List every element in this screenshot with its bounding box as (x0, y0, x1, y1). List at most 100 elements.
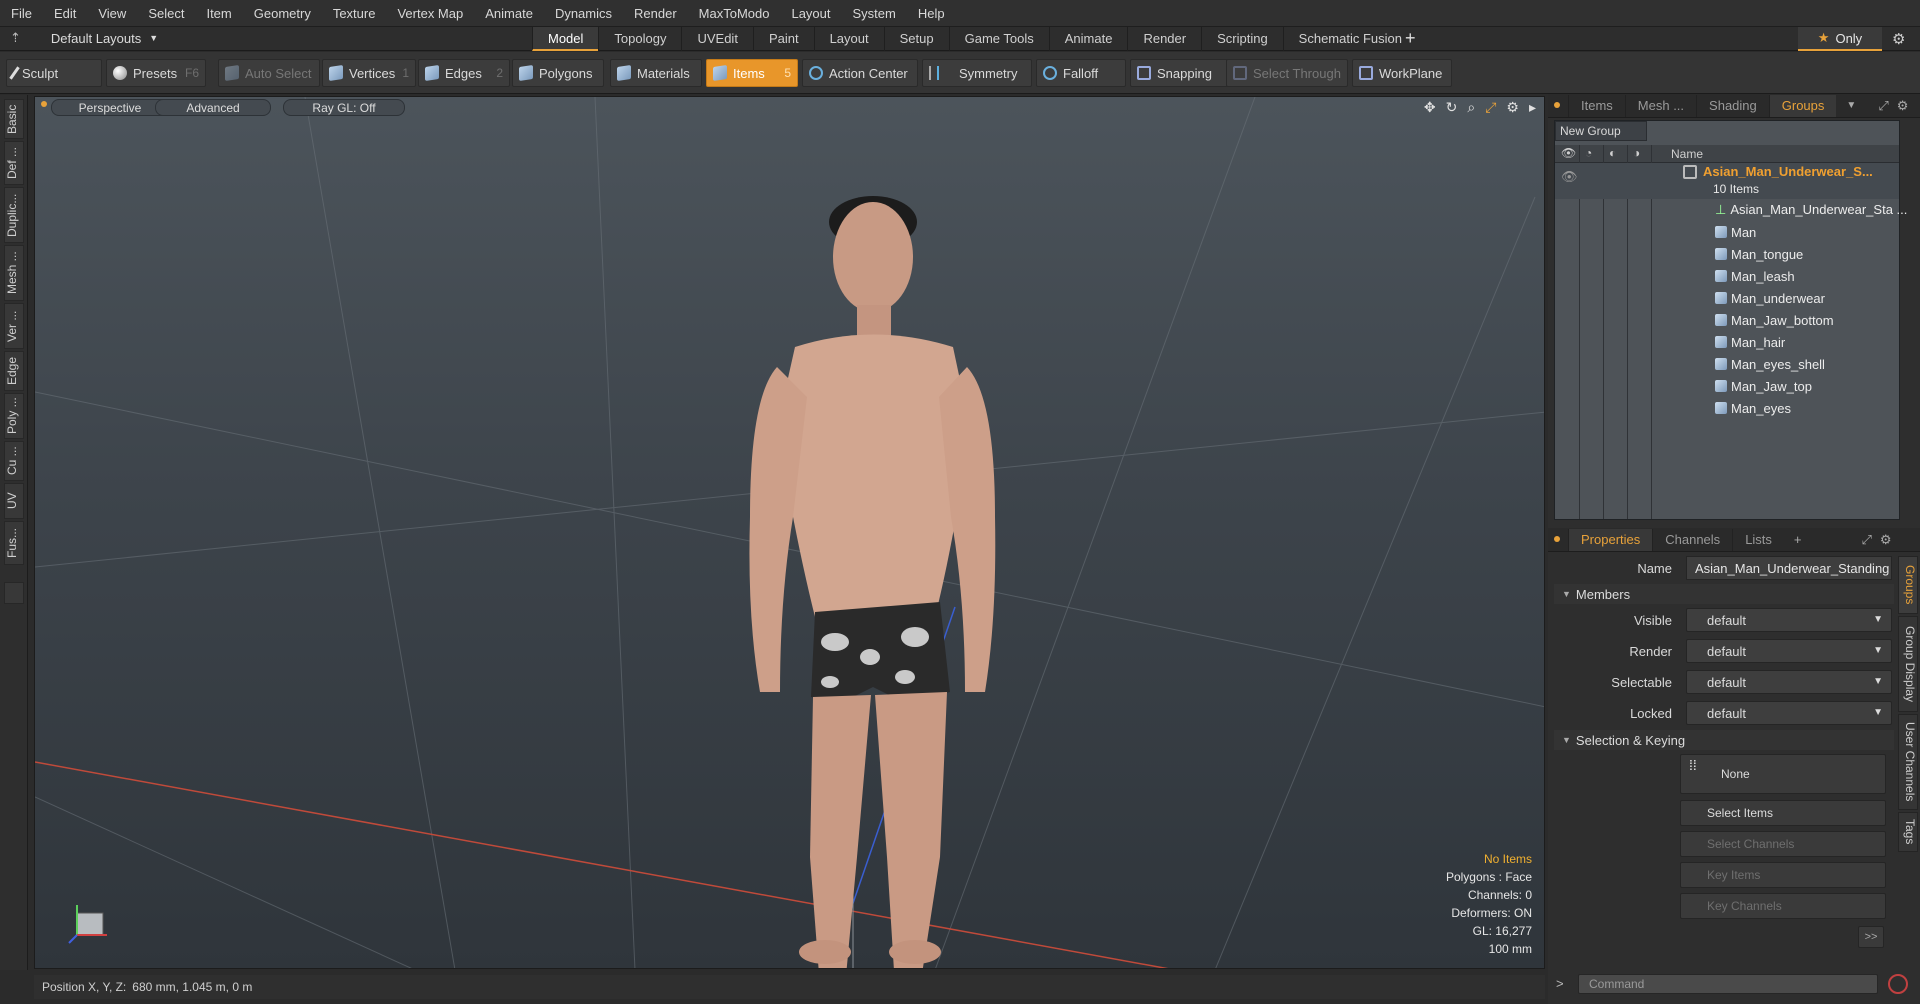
add-tab-icon[interactable]: + (1794, 529, 1802, 551)
tab-properties[interactable]: Properties (1568, 529, 1653, 551)
render-dropdown[interactable]: default ▼ (1686, 639, 1892, 663)
rotate-icon[interactable]: ↻ (1446, 99, 1458, 116)
locked-dropdown[interactable]: default ▼ (1686, 701, 1892, 725)
key-channels-button[interactable]: Key Channels (1680, 893, 1886, 919)
menu-system[interactable]: System (842, 6, 907, 21)
props-menu-dot-icon[interactable] (1554, 536, 1560, 542)
tab-model[interactable]: Model (532, 27, 599, 51)
left-tab-extra[interactable] (4, 582, 24, 604)
menu-help[interactable]: Help (907, 6, 956, 21)
left-tab-vertex[interactable]: Ver ... (4, 303, 24, 349)
menu-animate[interactable]: Animate (474, 6, 544, 21)
items-button[interactable]: Items 5 (706, 59, 798, 87)
tree-item[interactable]: Man_underwear (1555, 287, 1899, 309)
select-channels-button[interactable]: Select Channels (1680, 831, 1886, 857)
gear-icon[interactable]: ⚙ (1892, 30, 1905, 48)
only-toggle[interactable]: ★ Only (1798, 27, 1882, 51)
side-tab-group-display[interactable]: Group Display (1898, 616, 1918, 712)
selection-keying-section[interactable]: ▼ Selection & Keying (1554, 730, 1894, 750)
tree-item[interactable]: Man_Jaw_bottom (1555, 309, 1899, 331)
polygons-button[interactable]: Polygons (512, 59, 604, 87)
group-row[interactable]: 👁 Asian_Man_Underwear_S... 10 Items (1555, 163, 1899, 199)
action-center-button[interactable]: Action Center (802, 59, 918, 87)
tab-mesh[interactable]: Mesh ... (1624, 95, 1696, 117)
more-button[interactable]: >> (1858, 926, 1884, 948)
pan-icon[interactable]: ✥ (1424, 99, 1436, 116)
tab-render[interactable]: Render (1127, 27, 1201, 51)
menu-select[interactable]: Select (137, 6, 195, 21)
viewport-menu-dot-icon[interactable] (41, 101, 47, 107)
select-through-button[interactable]: Select Through (1226, 59, 1348, 87)
menu-render[interactable]: Render (623, 6, 688, 21)
menu-layout[interactable]: Layout (780, 6, 841, 21)
lock-icon[interactable]: ◑ (1633, 146, 1640, 160)
none-button[interactable]: ⁞⁞ None (1680, 754, 1886, 794)
falloff-button[interactable]: Falloff (1036, 59, 1126, 87)
materials-button[interactable]: Materials (610, 59, 702, 87)
default-layouts-dropdown[interactable]: ⇡ Default Layouts ▼ (10, 30, 158, 46)
left-tab-uv[interactable]: UV (4, 483, 24, 519)
left-tab-duplicate[interactable]: Duplic... (4, 187, 24, 243)
side-tab-tags[interactable]: Tags (1898, 812, 1918, 852)
menu-file[interactable]: File (0, 6, 43, 21)
group-eye-icon[interactable]: 👁 (1561, 169, 1578, 185)
edges-button[interactable]: Edges 2 (418, 59, 510, 87)
tree-item[interactable]: ⊥ Asian_Man_Underwear_Sta ... (1555, 199, 1907, 221)
left-tab-curve[interactable]: Cu ... (4, 441, 24, 481)
vertices-button[interactable]: Vertices 1 (322, 59, 416, 87)
3d-viewport[interactable]: Perspective Advanced Ray GL: Off ✥ ↻ ⌕ ⤢… (34, 96, 1545, 969)
left-tab-basic[interactable]: Basic (4, 99, 24, 139)
menu-maxtomodo[interactable]: MaxToModo (688, 6, 781, 21)
snapping-button[interactable]: Snapping (1130, 59, 1230, 87)
render-icon[interactable]: ◔ (1585, 146, 1592, 160)
tab-topology[interactable]: Topology (598, 27, 681, 51)
raygl-dropdown[interactable]: Ray GL: Off (283, 99, 405, 116)
panel-gear-icon[interactable]: ⚙ (1897, 95, 1909, 117)
tab-items[interactable]: Items (1568, 95, 1625, 117)
menu-texture[interactable]: Texture (322, 6, 387, 21)
view-mode-dropdown[interactable]: Perspective (51, 99, 169, 116)
tree-item[interactable]: Man_hair (1555, 331, 1899, 353)
presets-button[interactable]: Presets F6 (106, 59, 206, 87)
add-layout-icon[interactable]: + (1405, 28, 1416, 49)
props-gear-icon[interactable]: ⚙ (1880, 529, 1892, 551)
selectable-dropdown[interactable]: default ▼ (1686, 670, 1892, 694)
fit-icon[interactable]: ⤢ (1485, 99, 1496, 116)
key-items-button[interactable]: Key Items (1680, 862, 1886, 888)
name-field[interactable] (1686, 556, 1892, 580)
panel-expand-icon[interactable]: ⤢ (1878, 95, 1888, 117)
tab-layout[interactable]: Layout (813, 27, 884, 51)
tab-channels[interactable]: Channels (1652, 529, 1732, 551)
members-section[interactable]: ▼ Members (1554, 584, 1894, 604)
menu-view[interactable]: View (87, 6, 137, 21)
props-expand-icon[interactable]: ⤢ (1862, 529, 1872, 551)
tabs-dropdown-icon[interactable]: ▼ (1846, 95, 1856, 117)
new-group-button[interactable]: New Group (1555, 121, 1647, 141)
tree-item[interactable]: Man_Jaw_top (1555, 375, 1899, 397)
workplane-button[interactable]: WorkPlane (1352, 59, 1452, 87)
expand-arrow-icon[interactable]: ▸ (1529, 99, 1536, 116)
zoom-icon[interactable]: ⌕ (1467, 99, 1475, 116)
select-lock-icon[interactable]: ◐ (1609, 146, 1616, 160)
shading-dropdown[interactable]: Advanced (155, 99, 271, 116)
side-tab-user-channels[interactable]: User Channels (1898, 714, 1918, 810)
tree-item[interactable]: Man_eyes_shell (1555, 353, 1899, 375)
symmetry-button[interactable]: Symmetry (922, 59, 1032, 87)
visible-dropdown[interactable]: default ▼ (1686, 608, 1892, 632)
sculpt-button[interactable]: Sculpt (6, 59, 102, 87)
visibility-eye-icon[interactable]: 👁 (1561, 146, 1576, 160)
tree-item[interactable]: Man (1555, 221, 1899, 243)
tree-item[interactable]: Man_tongue (1555, 243, 1899, 265)
menu-vertex-map[interactable]: Vertex Map (386, 6, 474, 21)
menu-dynamics[interactable]: Dynamics (544, 6, 623, 21)
menu-edit[interactable]: Edit (43, 6, 87, 21)
tab-groups[interactable]: Groups (1768, 95, 1837, 117)
left-tab-fusion[interactable]: Fus... (4, 521, 24, 565)
tab-game-tools[interactable]: Game Tools (948, 27, 1049, 51)
record-icon[interactable] (1888, 974, 1908, 994)
menu-item[interactable]: Item (195, 6, 242, 21)
tree-item[interactable]: Man_eyes (1555, 397, 1899, 419)
viewport-gear-icon[interactable]: ⚙ (1506, 99, 1519, 116)
tree-item[interactable]: Man_leash (1555, 265, 1899, 287)
character-model[interactable] (749, 196, 996, 969)
